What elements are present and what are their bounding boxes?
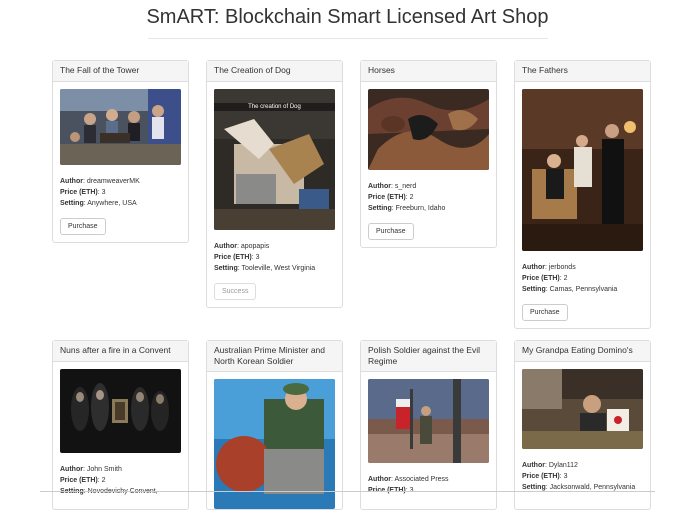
art-card: The Fathers Author: jerbonds Price (ETH)…: [514, 60, 651, 329]
card-title: The Fathers: [515, 61, 650, 82]
setting-value: Camas, Pennsylvania: [549, 286, 618, 293]
setting-label: Setting: [522, 286, 546, 293]
artwork-details: Author: dreamweaverMK Price (ETH): 3 Set…: [60, 178, 140, 207]
setting-value: Freeburn, Idaho: [395, 205, 446, 212]
price-value: 2: [409, 194, 414, 201]
price-label: Price (ETH): [60, 189, 98, 196]
author-value: John Smith: [86, 466, 122, 473]
art-card: Australian Prime Minister and North Kore…: [206, 340, 343, 510]
setting-label: Setting: [60, 200, 84, 207]
artwork-details: Author: Dylan112 Price (ETH): 3 Setting:…: [522, 462, 636, 491]
card-title: Australian Prime Minister and North Kore…: [207, 341, 342, 372]
artwork-image: [522, 89, 643, 251]
art-card: The Fall of the Tower Author: dreamweave…: [52, 60, 189, 243]
author-value: jerbonds: [548, 264, 576, 271]
author-value: dreamweaverMK: [86, 178, 140, 185]
price-value: 2: [101, 477, 106, 484]
card-title: Nuns after a fire in a Convent: [53, 341, 188, 362]
card-title: My Grandpa Eating Domino's: [515, 341, 650, 362]
card-title: Horses: [361, 61, 496, 82]
price-label: Price (ETH): [60, 477, 98, 484]
artwork-image: The creation of Dog: [214, 89, 335, 230]
setting-value: Tooleville, West Virginia: [241, 265, 316, 272]
card-title: The Creation of Dog: [207, 61, 342, 82]
setting-label: Setting: [522, 484, 546, 491]
artwork-details: Author: apopapis Price (ETH): 3 Setting:…: [214, 243, 316, 272]
author-value: s_nerd: [394, 183, 417, 190]
art-card: Polish Soldier against the Evil Regime A…: [360, 340, 497, 510]
art-card: The Creation of Dog The creation of Dog …: [206, 60, 343, 308]
author-value: Associated Press: [394, 476, 449, 483]
price-label: Price (ETH): [522, 473, 560, 480]
artwork-image: [368, 89, 489, 170]
artwork-image: [522, 369, 643, 449]
price-label: Price (ETH): [214, 254, 252, 261]
price-value: 3: [255, 254, 260, 261]
card-title: Polish Soldier against the Evil Regime: [361, 341, 496, 372]
success-button[interactable]: Success: [214, 283, 257, 300]
purchase-button[interactable]: Purchase: [368, 223, 414, 240]
artwork-details: Author: s_nerd Price (ETH): 2 Setting: F…: [368, 183, 446, 212]
author-label: Author: [214, 243, 237, 250]
setting-value: Anywhere, USA: [87, 200, 137, 207]
artwork-details: Author: jerbonds Price (ETH): 2 Setting:…: [522, 264, 618, 293]
price-value: 3: [563, 473, 568, 480]
author-label: Author: [60, 178, 83, 185]
price-label: Price (ETH): [522, 275, 560, 282]
artwork-image: [60, 369, 181, 453]
art-card: Horses Author: s_nerd Price (ETH): 2 Set…: [360, 60, 497, 248]
purchase-button[interactable]: Purchase: [60, 218, 106, 235]
author-label: Author: [368, 476, 391, 483]
author-label: Author: [368, 183, 391, 190]
setting-label: Setting: [368, 205, 392, 212]
artwork-details: Author: John Smith Price (ETH): 2 Settin…: [60, 466, 158, 495]
artwork-image: [214, 379, 335, 509]
art-card: Nuns after a fire in a Convent Author: J…: [52, 340, 189, 510]
author-value: apopapis: [240, 243, 270, 250]
art-card: My Grandpa Eating Domino's Author: Dylan…: [514, 340, 651, 510]
purchase-button[interactable]: Purchase: [522, 304, 568, 321]
price-value: 2: [563, 275, 568, 282]
artwork-details: Author: Associated Press Price (ETH): 3: [368, 476, 449, 494]
card-title: The Fall of the Tower: [53, 61, 188, 82]
page-title: SmART: Blockchain Smart Licensed Art Sho…: [146, 6, 549, 28]
author-value: Dylan112: [548, 462, 578, 469]
price-label: Price (ETH): [368, 194, 406, 201]
page-bottom-divider: [40, 491, 655, 492]
price-value: 3: [101, 189, 106, 196]
author-label: Author: [522, 462, 545, 469]
artwork-image: [60, 89, 181, 165]
setting-label: Setting: [214, 265, 238, 272]
title-divider: [148, 38, 548, 39]
setting-value: Jacksonwald, Pennsylvania: [549, 484, 636, 491]
image-caption: The creation of Dog: [214, 103, 335, 111]
artwork-image: [368, 379, 489, 463]
author-label: Author: [60, 466, 83, 473]
author-label: Author: [522, 264, 545, 271]
